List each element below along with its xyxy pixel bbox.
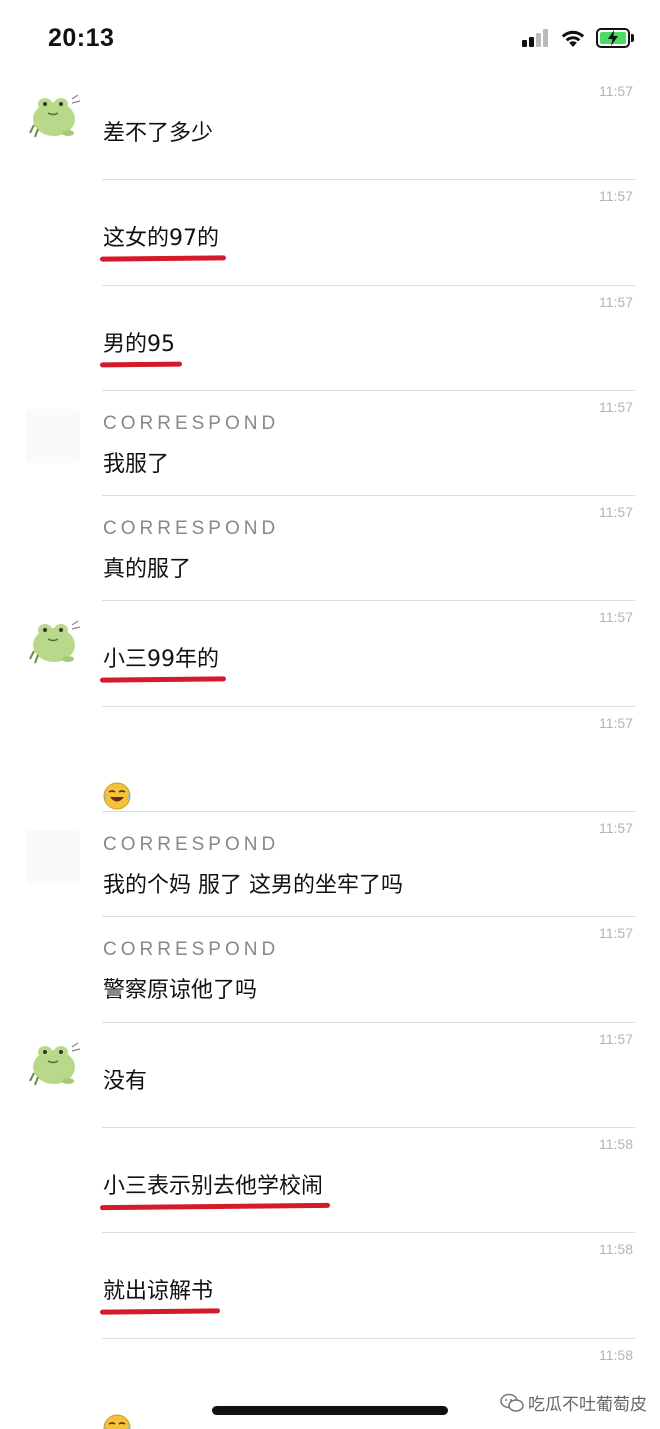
sender-name: CORRESPOND bbox=[103, 939, 280, 961]
home-indicator[interactable] bbox=[212, 1406, 448, 1415]
chat-message[interactable]: 11:57 bbox=[0, 707, 660, 813]
message-time: 11:57 bbox=[599, 398, 633, 415]
chat-message[interactable]: 11:58 bbox=[0, 1339, 660, 1429]
chat-message[interactable]: 11:58 小三表示别去他学校闹 bbox=[0, 1128, 660, 1234]
message-time: 11:57 bbox=[599, 83, 633, 99]
message-text: 男的95 bbox=[103, 331, 175, 357]
message-time: 11:57 bbox=[599, 820, 633, 837]
frog-avatar[interactable] bbox=[28, 615, 82, 669]
message-text: 差不了多少 bbox=[103, 121, 214, 146]
red-underline-mark bbox=[99, 1308, 221, 1315]
laugh-cry-emoji-icon bbox=[103, 1414, 131, 1429]
message-text: 我服了 bbox=[103, 451, 170, 477]
chat-message[interactable]: 11:57 CORRESPOND 我服了 bbox=[0, 391, 660, 497]
message-time: 11:57 bbox=[599, 188, 633, 205]
avatar[interactable] bbox=[26, 408, 80, 463]
message-time: 11:57 bbox=[599, 293, 633, 310]
frog-avatar[interactable] bbox=[28, 89, 82, 143]
sender-name: CORRESPOND bbox=[103, 412, 280, 434]
message-text: 小三99年的 bbox=[103, 647, 219, 673]
status-time: 20:13 bbox=[48, 24, 115, 52]
message-time: 11:58 bbox=[599, 1241, 633, 1258]
cellular-signal-icon bbox=[522, 29, 550, 47]
message-time: 11:58 bbox=[599, 1135, 633, 1152]
status-icons bbox=[522, 28, 634, 48]
sender-name: CORRESPOND bbox=[103, 518, 280, 540]
message-text: 小三表示别去他学校闹 bbox=[103, 1173, 324, 1199]
battery-charging-icon bbox=[596, 28, 634, 48]
chat-message[interactable]: 11:57 这女的97的 bbox=[0, 180, 660, 286]
chat-message[interactable]: 11:57 CORRESPOND 我的个妈 服了 这男的坐牢了吗 bbox=[0, 812, 660, 918]
message-text: 这女的97的 bbox=[103, 226, 219, 252]
message-text: 我的个妈 服了 这男的坐牢了吗 bbox=[103, 873, 403, 899]
chat-message[interactable]: 11:57 没有 bbox=[0, 1023, 660, 1128]
sender-name: CORRESPOND bbox=[103, 834, 280, 856]
red-underline-mark bbox=[99, 255, 227, 262]
message-time: 11:57 bbox=[599, 504, 633, 521]
red-underline-mark bbox=[99, 1202, 331, 1211]
message-time: 11:58 bbox=[599, 1346, 633, 1363]
avatar[interactable] bbox=[26, 830, 80, 885]
message-time: 11:57 bbox=[599, 925, 633, 942]
wechat-icon bbox=[500, 1393, 524, 1412]
chat-message[interactable]: 11:57 差不了多少 bbox=[0, 75, 660, 181]
message-time: 11:57 bbox=[599, 609, 633, 626]
chat-message[interactable]: 11:57 小三99年的 bbox=[0, 601, 660, 707]
watermark: 吃瓜不吐葡萄皮 bbox=[500, 1390, 647, 1415]
message-time: 11:57 bbox=[599, 1030, 633, 1047]
wifi-icon bbox=[561, 30, 585, 47]
red-underline-mark bbox=[99, 676, 227, 684]
message-text: 就出谅解书 bbox=[103, 1279, 214, 1305]
chat-message[interactable]: 11:57 CORRESPOND 警察原谅他了吗 bbox=[0, 917, 660, 1023]
message-text: 没有 bbox=[103, 1068, 148, 1094]
watermark-text: 吃瓜不吐葡萄皮 bbox=[528, 1395, 647, 1415]
message-text: 警察原谅他了吗 bbox=[103, 978, 258, 1004]
chat-message-list[interactable]: 11:57 差不了多少 11:57 这女的97的 11:57 男的95 11:57 CORRE… bbox=[0, 75, 660, 1429]
laugh-cry-emoji-icon bbox=[103, 782, 131, 810]
red-underline-mark bbox=[99, 361, 183, 368]
frog-avatar[interactable] bbox=[28, 1037, 82, 1091]
status-bar: 20:13 bbox=[0, 0, 660, 80]
chat-message[interactable]: 11:57 CORRESPOND 真的服了 bbox=[0, 496, 660, 602]
chat-message[interactable]: 11:58 就出谅解书 bbox=[0, 1233, 660, 1339]
message-time: 11:57 bbox=[599, 714, 633, 731]
chat-message[interactable]: 11:57 男的95 bbox=[0, 286, 660, 391]
message-text: 真的服了 bbox=[103, 557, 192, 583]
